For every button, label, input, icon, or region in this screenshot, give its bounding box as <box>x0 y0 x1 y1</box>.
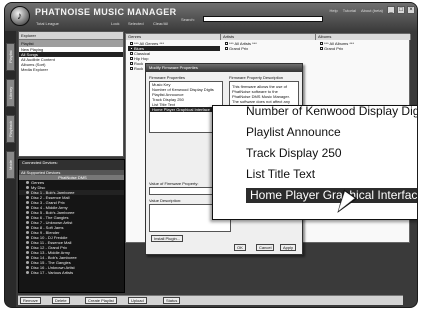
disc-icon <box>26 186 29 190</box>
window-controls: _ □ × <box>387 6 415 14</box>
app-title: PHATNOISE MUSIC MANAGER <box>35 7 177 17</box>
ok-button[interactable]: OK <box>234 244 246 251</box>
disc-icon <box>26 206 29 210</box>
checkbox-icon[interactable] <box>130 62 133 66</box>
artists-list: *** All Artists *** Grand Prix <box>223 41 315 51</box>
disc-icon <box>26 226 29 230</box>
device-tree: Genres My Disc Disc 1 - Bob's Jamboree Disc… <box>19 180 124 275</box>
tab-mode[interactable]: Mode <box>6 151 15 179</box>
disc-icon <box>26 181 29 185</box>
tab-playlist[interactable]: Playlist <box>6 43 15 71</box>
disc-icon <box>26 231 29 235</box>
disc-icon <box>26 191 29 195</box>
checkbox-icon[interactable] <box>225 47 228 51</box>
maximize-button[interactable]: □ <box>397 6 405 14</box>
albums-column-header[interactable]: Albums <box>316 34 411 40</box>
top-menu: Help Tutorial About (beta) <box>330 8 383 13</box>
artists-column-header[interactable]: Artists <box>221 34 316 40</box>
create-playlist-button[interactable]: Create Playlist <box>85 297 117 304</box>
zoom-selected-item: Home Player Graphical Interface <box>246 188 417 203</box>
explorer-panel: Explorer Playlist New Playing All Songs … <box>18 31 124 157</box>
disc-icon <box>26 196 29 200</box>
bottom-toolbar: Remove Delete Create Playlist Upload Sta… <box>18 295 403 305</box>
checkbox-icon[interactable] <box>225 42 228 46</box>
disc-icon <box>26 271 29 275</box>
playlist-heading: Playlist <box>19 40 123 47</box>
zoom-item: Playlist Announce <box>246 125 341 139</box>
explorer-item[interactable]: Media Explorer <box>19 67 123 72</box>
remove-button[interactable]: Remove <box>20 297 41 304</box>
connected-devices-title: Connected Devices: <box>19 160 124 170</box>
search-label: Search: <box>181 17 195 22</box>
close-button[interactable]: × <box>407 6 415 14</box>
disc-icon <box>26 266 29 270</box>
connected-devices-panel: Connected Devices: All Supported Devices… <box>18 159 125 293</box>
disc-icon <box>26 236 29 240</box>
checkbox-icon[interactable] <box>320 47 323 51</box>
checkbox-icon[interactable] <box>130 52 133 56</box>
account-label: Total League <box>36 21 59 26</box>
checkbox-icon[interactable] <box>130 67 133 71</box>
tab-library[interactable]: Library <box>6 79 15 107</box>
artist-item[interactable]: Grand Prix <box>223 46 315 51</box>
disc-icon <box>26 221 29 225</box>
firmware-description-label: Firmware Property Description <box>229 75 284 80</box>
value-description-label: Value Description: <box>149 198 182 203</box>
title-bar: ♪ PHATNOISE MUSIC MANAGER Total League L… <box>5 3 417 31</box>
upload-button[interactable]: Upload <box>128 297 147 304</box>
disc-icon <box>26 256 29 260</box>
value-label: Value of Firmware Property: <box>149 181 199 186</box>
disc-icon <box>26 251 29 255</box>
zoom-callout: Number of Kenwood Display Digits Playlis… <box>212 105 418 220</box>
explorer-title: Explorer <box>19 32 123 40</box>
search-input[interactable] <box>203 16 323 22</box>
clear-all-label[interactable]: Clear/All <box>153 21 168 26</box>
minimize-button[interactable]: _ <box>387 6 395 14</box>
checkbox-icon[interactable] <box>130 47 133 51</box>
checkbox-icon[interactable] <box>130 57 133 61</box>
lock-label[interactable]: Lock <box>111 21 119 26</box>
zoom-item: Track Display 250 <box>246 146 342 160</box>
device-item-label: Disc 17 - Various Artists <box>31 270 74 275</box>
disc-icon <box>26 216 29 220</box>
zoom-item: Number of Kenwood Display Digits <box>246 105 418 118</box>
disc-icon <box>26 261 29 265</box>
disc-icon <box>26 246 29 250</box>
firmware-properties-label: Firmware Properties <box>149 75 186 80</box>
phatnoise-logo-icon: ♪ <box>10 6 30 26</box>
checkbox-icon[interactable] <box>130 42 133 46</box>
disc-icon <box>26 241 29 245</box>
genres-column-header[interactable]: Genres <box>126 34 221 40</box>
music-manager-window: ♪ PHATNOISE MUSIC MANAGER Total League L… <box>4 2 418 308</box>
install-plugin-button[interactable]: Install Plugin... <box>151 235 184 242</box>
delete-button[interactable]: Delete <box>52 297 70 304</box>
disc-icon <box>26 211 29 215</box>
checkbox-icon[interactable] <box>320 42 323 46</box>
logo-mark-icon: ♪ <box>17 11 22 22</box>
help-link[interactable]: Help <box>330 8 338 13</box>
albums-list: *** All Albums *** Grand Prix <box>318 41 410 51</box>
about-link[interactable]: About (beta) <box>361 8 383 13</box>
left-vertical-tabs: Playlist Library Playback Mode <box>5 31 16 307</box>
disc-icon <box>26 201 29 205</box>
tab-playback[interactable]: Playback <box>6 115 15 143</box>
zoom-item: List Title Text <box>246 167 316 181</box>
selected-label[interactable]: Selected <box>128 21 144 26</box>
apply-button[interactable]: Apply <box>280 244 297 251</box>
tutorial-link[interactable]: Tutorial <box>343 8 356 13</box>
dialog-title: Modify Firmware Properties <box>146 64 302 72</box>
album-item[interactable]: Grand Prix <box>318 46 410 51</box>
status-label: Status <box>163 297 181 304</box>
cancel-button[interactable]: Cancel <box>256 244 275 251</box>
device-list-item[interactable]: Disc 17 - Various Artists <box>19 270 124 275</box>
